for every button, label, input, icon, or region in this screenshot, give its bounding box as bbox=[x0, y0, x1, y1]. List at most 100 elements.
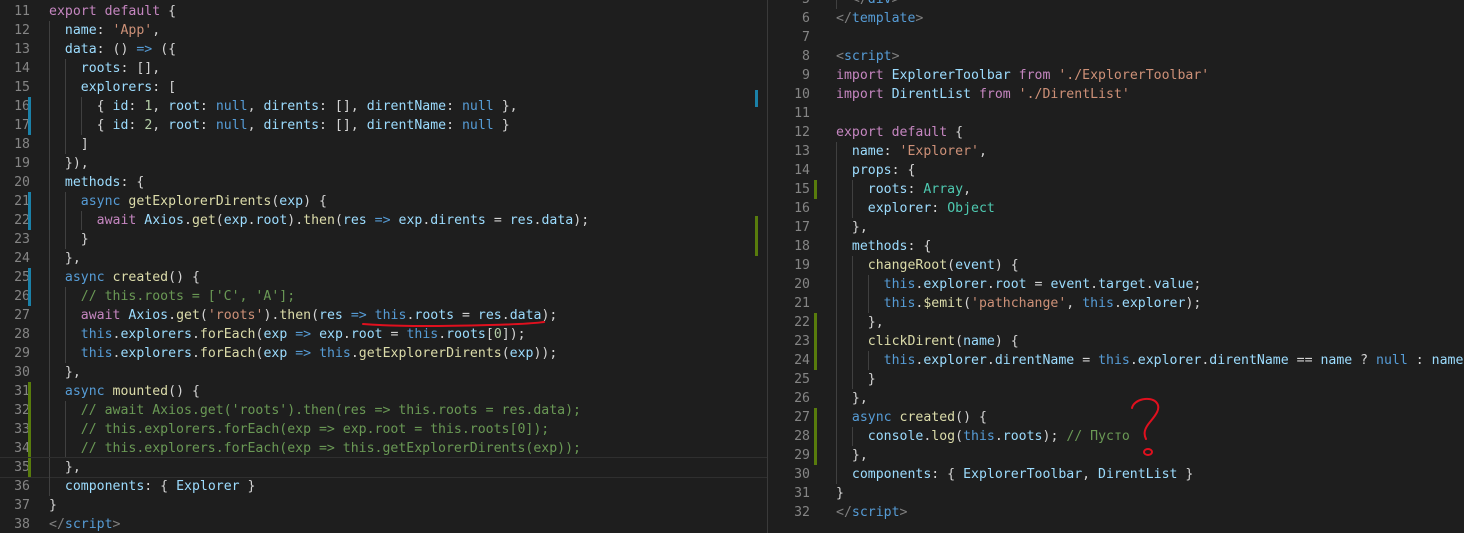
git-added-marker[interactable] bbox=[814, 180, 817, 199]
left-line[interactable]: 16 { id: 1, root: null, dirents: [], dir… bbox=[0, 97, 767, 116]
left-line[interactable]: 19 }), bbox=[0, 154, 767, 173]
code-text[interactable]: async getExplorerDirents(exp) { bbox=[49, 192, 327, 211]
left-line[interactable]: 33 // this.explorers.forEach(exp => exp.… bbox=[0, 420, 767, 439]
left-line[interactable]: 31 async mounted() { bbox=[0, 382, 767, 401]
left-overview-ruler[interactable] bbox=[752, 0, 766, 533]
code-text[interactable]: { id: 2, root: null, dirents: [], dirent… bbox=[49, 116, 510, 135]
code-text[interactable]: this.explorer.direntName = this.explorer… bbox=[836, 351, 1464, 370]
code-text[interactable]: }, bbox=[836, 218, 868, 237]
code-text[interactable]: export default { bbox=[49, 2, 176, 21]
code-text[interactable]: { id: 1, root: null, dirents: [], dirent… bbox=[49, 97, 518, 116]
code-text[interactable]: async created() { bbox=[836, 408, 987, 427]
code-text[interactable]: import DirentList from './DirentList' bbox=[836, 85, 1130, 104]
left-line[interactable]: 20 methods: { bbox=[0, 173, 767, 192]
right-line[interactable]: 21 this.$emit('pathchange', this.explore… bbox=[768, 294, 1464, 313]
left-line[interactable]: 23 } bbox=[0, 230, 767, 249]
right-line[interactable]: 23 clickDirent(name) { bbox=[768, 332, 1464, 351]
left-line[interactable]: 36 components: { Explorer } bbox=[0, 477, 767, 496]
code-text[interactable]: }, bbox=[49, 458, 81, 477]
code-text[interactable]: methods: { bbox=[836, 237, 931, 256]
right-line[interactable]: 11 bbox=[768, 104, 1464, 123]
left-line[interactable]: 12 name: 'App', bbox=[0, 21, 767, 40]
git-modified-marker[interactable] bbox=[28, 192, 31, 211]
right-editor-pane[interactable]: 5 </div>6</template>78<script>9import Ex… bbox=[768, 0, 1464, 533]
left-line[interactable]: 26 // this.roots = ['C', 'A']; bbox=[0, 287, 767, 306]
left-line[interactable]: 24 }, bbox=[0, 249, 767, 268]
code-text[interactable]: components: { Explorer } bbox=[49, 477, 256, 496]
left-line[interactable]: 21 async getExplorerDirents(exp) { bbox=[0, 192, 767, 211]
left-line[interactable]: 15 explorers: [ bbox=[0, 78, 767, 97]
git-added-marker[interactable] bbox=[814, 313, 817, 332]
right-line[interactable]: 32 </script> bbox=[768, 503, 1464, 522]
right-line[interactable]: 5 </div> bbox=[768, 0, 1464, 9]
right-line[interactable]: 31} bbox=[768, 484, 1464, 503]
right-line[interactable]: 8 <script> bbox=[768, 47, 1464, 66]
git-added-marker[interactable] bbox=[28, 382, 31, 401]
code-text[interactable]: console.log(this.roots); // Пусто bbox=[836, 427, 1130, 446]
left-line[interactable]: 29 this.explorers.forEach(exp => this.ge… bbox=[0, 344, 767, 363]
right-line[interactable]: 18 methods: { bbox=[768, 237, 1464, 256]
left-line[interactable]: 11 export default { bbox=[0, 2, 767, 21]
git-added-marker[interactable] bbox=[28, 439, 31, 458]
right-line[interactable]: 30 components: { ExplorerToolbar, Dirent… bbox=[768, 465, 1464, 484]
code-text[interactable]: }, bbox=[836, 446, 868, 465]
code-text[interactable]: async created() { bbox=[49, 268, 200, 287]
left-line[interactable]: 14 roots: [], bbox=[0, 59, 767, 78]
git-modified-marker[interactable] bbox=[28, 97, 31, 116]
code-text[interactable]: async mounted() { bbox=[49, 382, 200, 401]
right-line[interactable]: 17 }, bbox=[768, 218, 1464, 237]
left-line[interactable]: 34 // this.explorers.forEach(exp => this… bbox=[0, 439, 767, 458]
left-line[interactable]: 37} bbox=[0, 496, 767, 515]
right-line[interactable]: 19 changeRoot(event) { bbox=[768, 256, 1464, 275]
code-text[interactable]: // this.explorers.forEach(exp => this.ge… bbox=[49, 439, 581, 458]
code-text[interactable]: // this.explorers.forEach(exp => exp.roo… bbox=[49, 420, 549, 439]
code-text[interactable]: // this.roots = ['C', 'A']; bbox=[49, 287, 295, 306]
code-text[interactable]: changeRoot(event) { bbox=[836, 256, 1019, 275]
left-line[interactable]: 35 }, bbox=[0, 457, 767, 478]
left-line[interactable]: 30 }, bbox=[0, 363, 767, 382]
code-text[interactable]: props: { bbox=[836, 161, 916, 180]
code-text[interactable]: export default { bbox=[836, 123, 963, 142]
code-text[interactable]: explorer: Object bbox=[836, 199, 995, 218]
git-added-marker[interactable] bbox=[28, 401, 31, 420]
code-text[interactable]: }), bbox=[49, 154, 89, 173]
right-line[interactable]: 9 import ExplorerToolbar from './Explorer… bbox=[768, 66, 1464, 85]
git-added-marker[interactable] bbox=[814, 446, 817, 465]
code-text[interactable]: ] bbox=[49, 135, 89, 154]
right-line[interactable]: 14 props: { bbox=[768, 161, 1464, 180]
code-text[interactable]: }, bbox=[836, 313, 884, 332]
code-text[interactable]: await Axios.get(exp.root).then(res => ex… bbox=[49, 211, 590, 230]
git-added-marker[interactable] bbox=[814, 408, 817, 427]
git-modified-marker[interactable] bbox=[28, 287, 31, 306]
code-text[interactable]: clickDirent(name) { bbox=[836, 332, 1019, 351]
left-line[interactable]: 17 { id: 2, root: null, dirents: [], dir… bbox=[0, 116, 767, 135]
code-text[interactable]: </script> bbox=[49, 515, 120, 533]
code-text[interactable]: } bbox=[836, 370, 876, 389]
left-line[interactable]: 38 </script> bbox=[0, 515, 767, 533]
code-text[interactable]: name: 'App', bbox=[49, 21, 160, 40]
git-added-marker[interactable] bbox=[814, 332, 817, 351]
code-text[interactable]: </script> bbox=[836, 503, 907, 522]
right-line[interactable]: 24 this.explorer.direntName = this.explo… bbox=[768, 351, 1464, 370]
git-added-marker[interactable] bbox=[814, 351, 817, 370]
code-text[interactable]: this.$emit('pathchange', this.explorer); bbox=[836, 294, 1202, 313]
right-line[interactable]: 28 console.log(this.roots); // Пусто bbox=[768, 427, 1464, 446]
left-line[interactable]: 32 // await Axios.get('roots').then(res … bbox=[0, 401, 767, 420]
code-text[interactable]: name: 'Explorer', bbox=[836, 142, 987, 161]
code-text[interactable]: } bbox=[49, 230, 89, 249]
right-line[interactable]: 10 import DirentList from './DirentList' bbox=[768, 85, 1464, 104]
left-line[interactable]: 22 await Axios.get(exp.root).then(res =>… bbox=[0, 211, 767, 230]
code-text[interactable]: // await Axios.get('roots').then(res => … bbox=[49, 401, 581, 420]
git-modified-marker[interactable] bbox=[28, 116, 31, 135]
code-text[interactable]: roots: [], bbox=[49, 59, 160, 78]
code-text[interactable]: } bbox=[49, 496, 57, 515]
right-line[interactable]: 26 }, bbox=[768, 389, 1464, 408]
right-code-area[interactable]: 5 </div>6</template>78<script>9import Ex… bbox=[768, 0, 1464, 522]
git-added-marker[interactable] bbox=[814, 427, 817, 446]
code-text[interactable]: explorers: [ bbox=[49, 78, 176, 97]
git-added-marker[interactable] bbox=[28, 458, 31, 477]
git-added-marker[interactable] bbox=[28, 420, 31, 439]
right-line[interactable]: 16 explorer: Object bbox=[768, 199, 1464, 218]
code-text[interactable]: }, bbox=[49, 249, 81, 268]
right-line[interactable]: 6 </template> bbox=[768, 9, 1464, 28]
